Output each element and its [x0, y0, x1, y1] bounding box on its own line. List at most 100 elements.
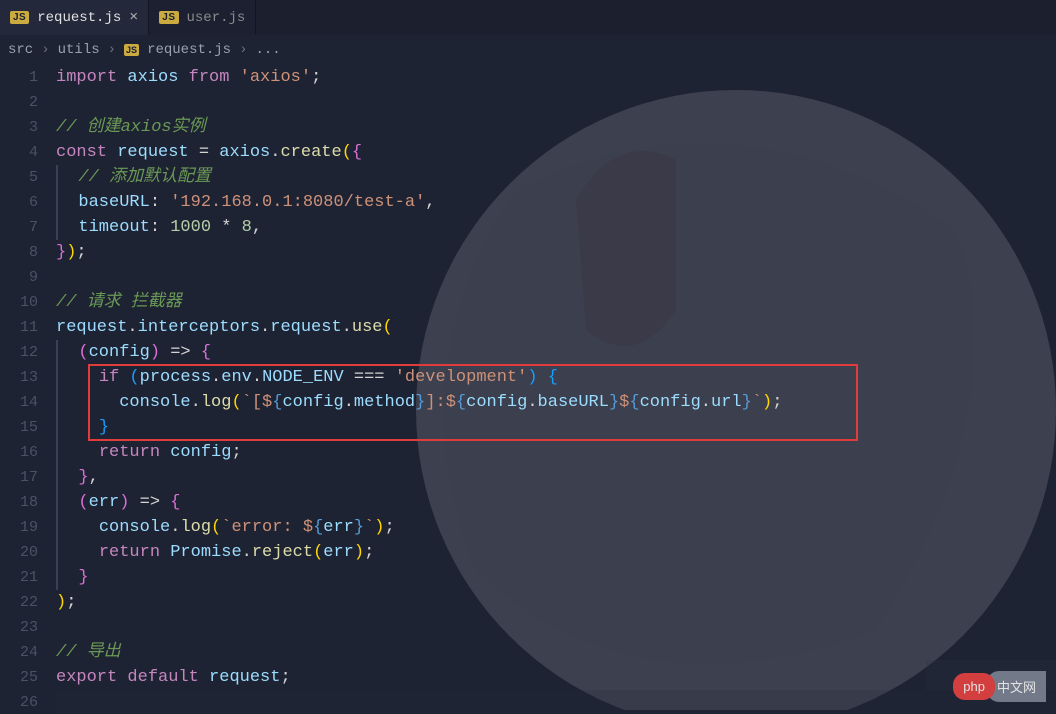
token-pun: ;	[280, 668, 290, 687]
token-op: =>	[129, 493, 170, 512]
token-prop: env	[221, 368, 252, 387]
token-pun: ,	[252, 218, 262, 237]
watermark-brand: php	[953, 673, 995, 700]
token-tmpl: {	[272, 393, 282, 412]
token-brb: (	[129, 368, 139, 387]
token-tmpl: }	[609, 393, 619, 412]
token-op	[160, 543, 170, 562]
token-cmt: // 创建axios实例	[56, 118, 206, 137]
token-prop: interceptors	[138, 318, 260, 337]
token-var: config	[466, 393, 527, 412]
js-icon: JS	[159, 11, 178, 24]
token-str: `[$	[242, 393, 273, 412]
line-number: 11	[0, 315, 38, 340]
token-pun: ;	[385, 518, 395, 537]
code-line[interactable]: if (process.env.NODE_ENV === 'developmen…	[56, 365, 1056, 390]
token-var: config	[282, 393, 343, 412]
tab-user-js[interactable]: JS user.js	[149, 0, 256, 35]
token-op: ===	[344, 368, 395, 387]
token-op	[538, 368, 548, 387]
breadcrumb-segment[interactable]: src	[8, 42, 33, 58]
code-line[interactable]: return config;	[56, 440, 1056, 465]
token-func: reject	[252, 543, 313, 562]
token-cmt: // 导出	[56, 643, 121, 662]
token-brb: )	[527, 368, 537, 387]
token-brp: }	[56, 243, 66, 262]
line-number: 22	[0, 590, 38, 615]
line-number: 20	[0, 540, 38, 565]
token-var: config	[89, 343, 150, 362]
code-line[interactable]	[56, 615, 1056, 640]
token-tmpl: {	[313, 518, 323, 537]
token-prop: method	[354, 393, 415, 412]
token-cmt: // 请求 拦截器	[56, 293, 182, 312]
token-var: console	[99, 518, 170, 537]
token-tmpl: {	[629, 393, 639, 412]
token-var: Promise	[170, 543, 241, 562]
token-bry: )	[56, 593, 66, 612]
token-brp: )	[150, 343, 160, 362]
token-pun: ,	[89, 468, 99, 487]
token-op	[160, 443, 170, 462]
code-line[interactable]: request.interceptors.request.use(	[56, 315, 1056, 340]
breadcrumb-tail[interactable]: ...	[255, 42, 280, 58]
code-line[interactable]	[56, 690, 1056, 714]
token-op: =	[189, 143, 220, 162]
code-line[interactable]: const request = axios.create({	[56, 140, 1056, 165]
token-pun: .	[211, 368, 221, 387]
token-bry: (	[382, 318, 392, 337]
token-num: 1000	[170, 218, 211, 237]
token-cmt: // 添加默认配置	[58, 168, 211, 187]
code-line[interactable]: import axios from 'axios';	[56, 65, 1056, 90]
editor-tabs: JS request.js × JS user.js	[0, 0, 1056, 35]
code-line[interactable]	[56, 90, 1056, 115]
line-number: 8	[0, 240, 38, 265]
token-op	[58, 193, 78, 212]
code-editor[interactable]: 1234567891011121314151617181920212223242…	[0, 65, 1056, 714]
code-line[interactable]: return Promise.reject(err);	[56, 540, 1056, 565]
token-op	[58, 543, 99, 562]
code-line[interactable]: }	[56, 415, 1056, 440]
chevron-right-icon: ›	[41, 42, 49, 58]
token-bry: )	[762, 393, 772, 412]
code-line[interactable]: );	[56, 590, 1056, 615]
line-number-gutter: 1234567891011121314151617181920212223242…	[0, 65, 56, 714]
token-pun: .	[191, 393, 201, 412]
tab-label: request.js	[37, 10, 121, 26]
code-line[interactable]: timeout: 1000 * 8,	[56, 215, 1056, 240]
token-str: 'axios'	[240, 68, 311, 87]
code-area[interactable]: import axios from 'axios'; // 创建axios实例 co…	[56, 65, 1056, 714]
token-var: err	[323, 543, 354, 562]
code-line[interactable]: }	[56, 565, 1056, 590]
token-str: `	[752, 393, 762, 412]
breadcrumb-file[interactable]: request.js	[147, 42, 231, 58]
line-number: 19	[0, 515, 38, 540]
token-pun: ;	[231, 443, 241, 462]
close-icon[interactable]: ×	[129, 9, 138, 26]
token-kw: from	[189, 68, 230, 87]
code-line[interactable]: // 添加默认配置	[56, 165, 1056, 190]
code-line[interactable]: },	[56, 465, 1056, 490]
code-line[interactable]: // 请求 拦截器	[56, 290, 1056, 315]
code-line[interactable]: console.log(`error: ${err}`);	[56, 515, 1056, 540]
breadcrumb: src › utils › JS request.js › ...	[0, 35, 1056, 65]
code-line[interactable]: (config) => {	[56, 340, 1056, 365]
code-line[interactable]: baseURL: '192.168.0.1:8080/test-a',	[56, 190, 1056, 215]
line-number: 1	[0, 65, 38, 90]
line-number: 4	[0, 140, 38, 165]
breadcrumb-segment[interactable]: utils	[58, 42, 100, 58]
code-line[interactable]: // 创建axios实例	[56, 115, 1056, 140]
token-var: axios	[127, 68, 178, 87]
code-line[interactable]: // 导出	[56, 640, 1056, 665]
code-line[interactable]: console.log(`[${config.method}]:${config…	[56, 390, 1056, 415]
code-line[interactable]: (err) => {	[56, 490, 1056, 515]
code-line[interactable]	[56, 265, 1056, 290]
token-var: config	[170, 443, 231, 462]
code-line[interactable]: export default request;	[56, 665, 1056, 690]
line-number: 9	[0, 265, 38, 290]
code-line[interactable]: });	[56, 240, 1056, 265]
tab-request-js[interactable]: JS request.js ×	[0, 0, 149, 35]
token-op: =>	[160, 343, 201, 362]
token-tmpl: }	[354, 518, 364, 537]
token-kw: default	[127, 668, 209, 687]
